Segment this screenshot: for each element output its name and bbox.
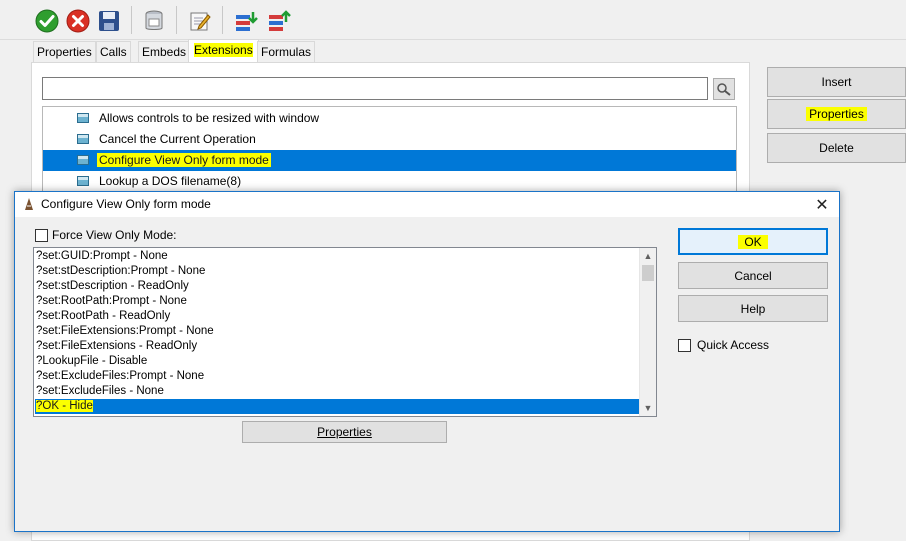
save-disk-icon[interactable] (95, 7, 123, 35)
list-item-label: Cancel the Current Operation (99, 132, 256, 146)
tab-calls[interactable]: Calls (96, 41, 131, 63)
list-item[interactable]: ?set:FileExtensions - ReadOnly (35, 339, 640, 354)
tab-embeds[interactable]: Embeds (138, 41, 191, 63)
list-item[interactable]: ?set:RootPath:Prompt - None (35, 294, 640, 309)
export-icon[interactable] (265, 7, 293, 35)
search-button[interactable] (713, 78, 735, 100)
tab-extensions[interactable]: Extensions (188, 39, 259, 63)
extension-icon (77, 176, 89, 186)
dialog-properties-label: Properties (317, 425, 372, 439)
ok-check-icon[interactable] (33, 7, 61, 35)
list-item[interactable]: Lookup a DOS filename(8) (43, 171, 736, 192)
list-item[interactable]: ?LookupFile - Disable (35, 354, 640, 369)
scrollbar[interactable]: ▲ ▼ (639, 248, 656, 416)
list-item-selected[interactable]: Configure View Only form mode (43, 150, 736, 171)
list-item[interactable]: Allows controls to be resized with windo… (43, 108, 736, 129)
search-input[interactable] (42, 77, 708, 100)
tab-properties[interactable]: Properties (33, 41, 96, 63)
close-icon[interactable]: ✕ (805, 192, 839, 217)
dialog-titlebar: Configure View Only form mode ✕ (15, 192, 839, 217)
properties-button[interactable]: Properties (767, 99, 906, 129)
insert-button[interactable]: Insert (767, 67, 906, 97)
toolbar (0, 0, 906, 40)
extension-icon (77, 134, 89, 144)
properties-button-label: Properties (806, 107, 867, 121)
properties-list[interactable]: ?set:GUID:Prompt - None ?set:stDescripti… (33, 247, 657, 417)
edit-note-icon[interactable] (186, 7, 214, 35)
database-icon[interactable] (140, 7, 168, 35)
extensions-list: Allows controls to be resized with windo… (42, 106, 737, 196)
tab-formulas[interactable]: Formulas (257, 41, 316, 63)
dialog-title: Configure View Only form mode (41, 197, 211, 211)
tab-extensions-label: Extensions (194, 43, 253, 57)
dialog-properties-button[interactable]: Properties (242, 421, 447, 443)
list-item-label: Configure View Only form mode (97, 153, 271, 167)
scroll-down-icon[interactable]: ▼ (640, 400, 656, 416)
list-item[interactable]: ?set:ExcludeFiles:Prompt - None (35, 369, 640, 384)
force-view-only-checkbox[interactable] (35, 229, 48, 242)
help-button[interactable]: Help (678, 295, 828, 322)
cancel-x-icon[interactable] (64, 7, 92, 35)
import-icon[interactable] (232, 7, 260, 35)
delete-button[interactable]: Delete (767, 133, 906, 163)
quick-access-label: Quick Access (697, 338, 770, 352)
cancel-button[interactable]: Cancel (678, 262, 828, 289)
scroll-thumb[interactable] (642, 265, 654, 281)
ok-button[interactable]: OK (678, 228, 828, 255)
app-icon (25, 198, 33, 210)
list-item-label: Lookup a DOS filename(8) (99, 174, 242, 188)
list-item-label: Allows controls to be resized with windo… (99, 111, 320, 125)
extension-icon (77, 155, 89, 165)
ok-button-label: OK (738, 234, 768, 249)
list-item[interactable]: ?set:FileExtensions:Prompt - None (35, 324, 640, 339)
list-item[interactable]: Cancel the Current Operation (43, 129, 736, 150)
search-icon (717, 83, 731, 96)
extension-icon (77, 113, 89, 123)
list-item[interactable]: ?set:RootPath - ReadOnly (35, 309, 640, 324)
force-view-only-label: Force View Only Mode: (52, 228, 177, 242)
list-item-label: ?OK - Hide (36, 400, 93, 412)
configure-dialog: Configure View Only form mode ✕ Force Vi… (14, 191, 840, 532)
quick-access-checkbox[interactable] (678, 339, 691, 352)
list-item-selected[interactable]: ?OK - Hide (35, 399, 640, 414)
list-item[interactable]: ?set:GUID:Prompt - None (35, 249, 640, 264)
list-item[interactable]: ?set:ExcludeFiles - None (35, 384, 640, 399)
scroll-up-icon[interactable]: ▲ (640, 248, 656, 264)
list-item[interactable]: ?set:stDescription:Prompt - None (35, 264, 640, 279)
list-item[interactable]: ?set:stDescription - ReadOnly (35, 279, 640, 294)
